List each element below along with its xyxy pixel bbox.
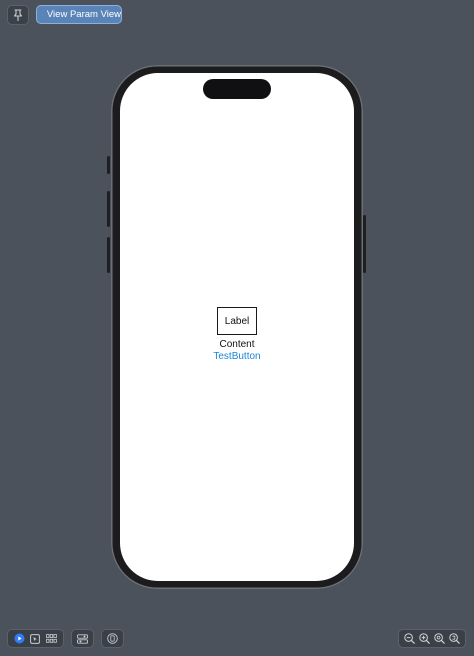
power-button bbox=[363, 215, 366, 273]
zoom-in-icon bbox=[419, 633, 430, 644]
selectable-mode-button[interactable] bbox=[28, 632, 42, 646]
device-settings-button[interactable] bbox=[76, 632, 90, 646]
view-param-view-button[interactable]: View Param View bbox=[36, 5, 122, 24]
orientation-group bbox=[101, 629, 124, 648]
zoom-in-button[interactable] bbox=[418, 632, 432, 646]
zoom-actual-icon bbox=[449, 633, 460, 644]
label-text: Label bbox=[224, 315, 250, 327]
zoom-out-button[interactable] bbox=[403, 632, 417, 646]
zoom-fit-button[interactable] bbox=[433, 632, 447, 646]
selectable-mode-icon bbox=[30, 633, 41, 644]
pin-icon bbox=[13, 9, 23, 21]
variants-grid-icon bbox=[46, 634, 58, 643]
volume-up-button bbox=[107, 191, 110, 227]
zoom-out-icon bbox=[404, 633, 415, 644]
device-settings-icon bbox=[77, 633, 88, 644]
action-button bbox=[107, 156, 110, 174]
preview-canvas: View Param View Label Content TestButton bbox=[0, 0, 474, 656]
live-preview-icon bbox=[14, 633, 25, 644]
dynamic-island bbox=[203, 79, 271, 99]
zoom-actual-size-button[interactable] bbox=[448, 632, 462, 646]
variants-button[interactable] bbox=[45, 632, 59, 646]
device-settings-group bbox=[71, 629, 94, 648]
orientation-button[interactable] bbox=[106, 632, 120, 646]
volume-down-button bbox=[107, 237, 110, 273]
zoom-controls-group bbox=[398, 629, 466, 648]
label-box: Label bbox=[217, 307, 257, 335]
pin-preview-button[interactable] bbox=[7, 5, 29, 25]
orientation-icon bbox=[107, 633, 118, 644]
view-param-view-label: View Param View bbox=[46, 9, 121, 20]
preview-mode-group bbox=[7, 629, 64, 648]
live-preview-button[interactable] bbox=[12, 632, 26, 646]
content-text: Content bbox=[219, 339, 255, 350]
test-button[interactable]: TestButton bbox=[120, 351, 354, 362]
bag-icon bbox=[42, 14, 43, 15]
zoom-fit-icon bbox=[434, 633, 445, 644]
device-screen: Label Content TestButton bbox=[120, 73, 354, 581]
iphone-device-frame: Label Content TestButton bbox=[107, 65, 366, 589]
